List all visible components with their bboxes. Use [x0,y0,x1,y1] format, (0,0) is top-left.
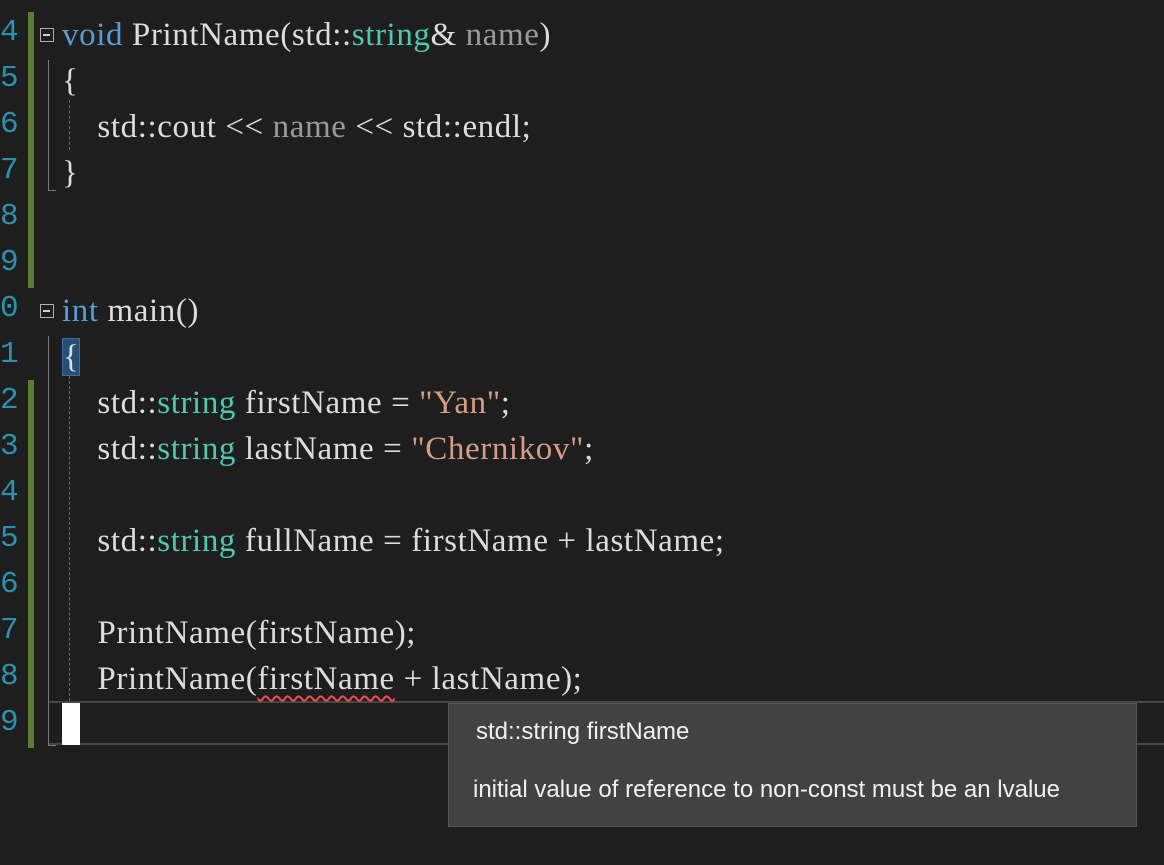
code-line[interactable]: 5 std::string fullName = firstName + las… [0,518,1164,564]
line-number: 8 [0,659,19,694]
code-token: main() [98,293,200,329]
code-token: int [62,293,99,329]
code-token: PrintName( [62,661,258,697]
change-indicator [28,518,34,564]
change-indicator [28,610,34,656]
code-token: std:: [62,385,158,421]
change-indicator [28,380,34,426]
code-token: std:: [62,523,158,559]
fold-guide-main [48,336,49,746]
code-line[interactable]: 4 [0,472,1164,518]
code-line[interactable]: 9 [0,242,1164,288]
code-line[interactable]: 3 std::string lastName = "Chernikov"; [0,426,1164,472]
code-token: firstName = [236,385,420,421]
code-token: string [157,385,237,421]
code-token: string [157,431,237,467]
code-token: } [62,155,79,191]
code-token: name [465,17,540,53]
line-number: 4 [0,15,19,50]
code-line[interactable]: 5{ [0,58,1164,104]
code-line[interactable]: 7} [0,150,1164,196]
indent-guide-printname [69,100,70,150]
line-number: 5 [0,521,19,556]
code-text[interactable]: std::string firstName = "Yan"; [62,380,511,426]
change-indicator [28,242,34,288]
code-line[interactable]: 8 [0,196,1164,242]
code-token: ; [500,385,511,421]
line-number: 1 [0,337,19,372]
line-number: 8 [0,199,19,234]
change-indicator [28,702,34,748]
code-token: { [62,338,81,376]
code-line[interactable]: 6 [0,564,1164,610]
change-indicator [28,564,34,610]
code-token: name [272,109,347,145]
code-text[interactable]: int main() [62,288,199,334]
line-number: 9 [0,245,19,280]
tooltip-signature: std::string firstName [476,718,690,745]
collapse-icon[interactable] [40,28,54,42]
line-number: 2 [0,383,19,418]
code-text[interactable]: std::cout << name << std::endl; [62,104,531,150]
change-indicator [28,12,34,58]
code-token: std::cout << [62,109,273,145]
code-text[interactable]: { [62,58,78,104]
line-number: 6 [0,107,19,142]
line-number: 4 [0,475,19,510]
line-number: 5 [0,61,19,96]
code-token: + lastName); [394,661,583,697]
code-token: ) [539,17,552,53]
line-number: 7 [0,153,19,188]
code-token: PrintName(firstName); [62,615,417,651]
change-indicator [28,472,34,518]
code-token: string [157,523,237,559]
fold-guide-printname-end [48,190,56,191]
text-cursor [62,703,80,745]
code-line[interactable]: 7 PrintName(firstName); [0,610,1164,656]
tooltip-error-message: initial value of reference to non-const … [473,776,1061,803]
error-tooltip: std::string firstName initial value of r… [448,703,1137,827]
code-token: string [351,17,431,53]
line-number: 7 [0,613,19,648]
code-token: "Yan" [419,385,501,421]
code-token: "Chernikov" [411,431,585,467]
line-number: 9 [0,705,19,740]
code-text[interactable]: PrintName(firstName + lastName); [62,656,582,702]
code-line[interactable]: 8 PrintName(firstName + lastName); [0,656,1164,702]
fold-guide-printname [48,60,49,190]
code-text[interactable]: { [62,334,81,380]
code-token: & [430,17,466,53]
indent-guide-main [69,376,70,701]
code-line[interactable]: 1{ [0,334,1164,380]
line-number: 6 [0,567,19,602]
change-indicator [28,656,34,702]
code-token: lastName = [236,431,412,467]
change-indicator [28,196,34,242]
fold-guide-main-end [48,745,56,746]
code-token: std:: [62,431,158,467]
code-token: << std::endl; [346,109,532,145]
code-token: PrintName(std:: [123,17,352,53]
code-line[interactable]: 6 std::cout << name << std::endl; [0,104,1164,150]
code-text[interactable]: PrintName(firstName); [62,610,416,656]
code-token: ; [584,431,594,467]
change-indicator [28,426,34,472]
collapse-icon[interactable] [40,304,54,318]
code-text[interactable]: void PrintName(std::string& name) [62,12,551,58]
code-token: fullName = firstName + lastName; [236,523,725,559]
line-number: 0 [0,291,19,326]
code-line[interactable]: 4 void PrintName(std::string& name) [0,12,1164,58]
code-line[interactable]: 0 int main() [0,288,1164,334]
change-indicator [28,150,34,196]
change-indicator [28,104,34,150]
code-token: void [62,17,124,53]
error-token: firstName [257,661,395,697]
code-token: { [62,63,79,99]
line-number: 3 [0,429,19,464]
code-text[interactable]: std::string lastName = "Chernikov"; [62,426,594,472]
code-text[interactable]: std::string fullName = firstName + lastN… [62,518,725,564]
code-text[interactable]: } [62,150,78,196]
code-line[interactable]: 2 std::string firstName = "Yan"; [0,380,1164,426]
change-indicator [28,58,34,104]
